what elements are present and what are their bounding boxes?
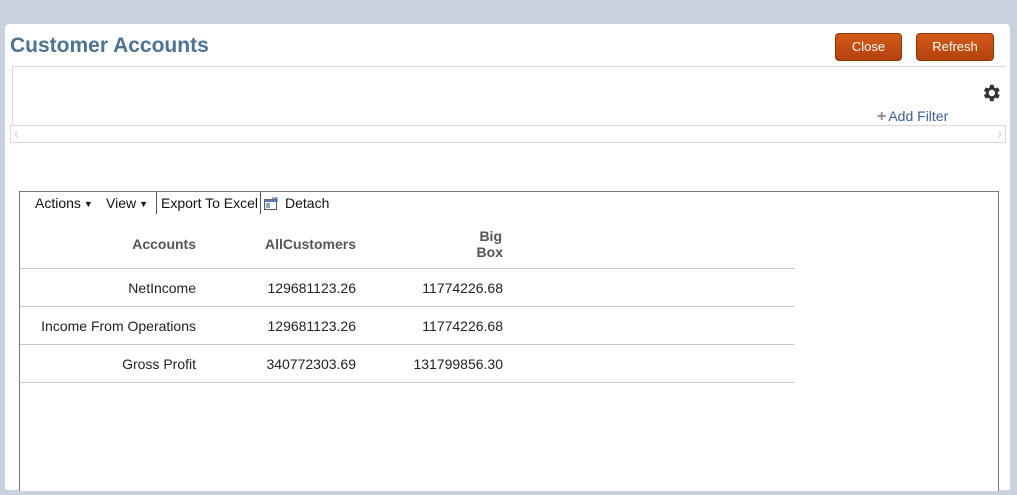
actions-menu[interactable]: Actions ▼ xyxy=(35,195,93,211)
table-row: Income From Operations 129681123.26 1177… xyxy=(20,306,794,345)
cell-big-box: 131799856.30 xyxy=(356,344,503,383)
caret-down-icon: ▼ xyxy=(139,199,149,209)
add-filter-label: Add Filter xyxy=(888,108,949,124)
cell-big-box: 11774226.68 xyxy=(356,268,503,307)
toolbar-divider xyxy=(156,192,157,214)
table-row: NetIncome 129681123.26 11774226.68 xyxy=(20,268,794,307)
actions-label: Actions xyxy=(35,195,81,211)
page-title: Customer Accounts xyxy=(10,34,209,57)
add-filter-link[interactable]: + Add Filter xyxy=(877,108,948,126)
table-row: Gross Profit 340772303.69 131799856.30 xyxy=(20,344,794,383)
pivot-table: Accounts AllCustomers Big Box NetIncome … xyxy=(20,220,794,383)
gear-icon[interactable] xyxy=(980,82,1002,104)
main-panel: Customer Accounts Close Refresh + Add Fil… xyxy=(5,24,1010,491)
header-big-box-line1: Big xyxy=(479,228,502,244)
header-big-box[interactable]: Big Box xyxy=(356,220,503,269)
header-big-box-line2: Box xyxy=(476,244,503,260)
header-accounts[interactable]: Accounts xyxy=(20,220,196,269)
cell-spacer xyxy=(503,344,794,383)
cell-spacer xyxy=(503,268,794,307)
cell-allcustomers: 129681123.26 xyxy=(196,268,356,307)
cell-spacer xyxy=(503,306,794,345)
report-toolbar: Actions ▼ View ▼ Export To Excel Detach xyxy=(20,192,340,214)
row-account-label: Income From Operations xyxy=(20,306,196,345)
cell-allcustomers: 129681123.26 xyxy=(196,306,356,345)
view-menu[interactable]: View ▼ xyxy=(106,195,148,211)
filter-area xyxy=(12,66,872,126)
header-row: Accounts AllCustomers Big Box xyxy=(20,220,794,269)
view-label: View xyxy=(106,195,137,211)
header-allcustomers[interactable]: AllCustomers xyxy=(196,220,356,269)
refresh-button[interactable]: Refresh xyxy=(916,33,994,61)
cell-allcustomers: 340772303.69 xyxy=(196,344,356,383)
row-account-label: NetIncome xyxy=(20,268,196,307)
app-window: Customer Accounts Close Refresh + Add Fil… xyxy=(0,0,1017,495)
detach-icon[interactable] xyxy=(264,197,278,210)
horizontal-scrollbar[interactable]: ‹ › xyxy=(10,125,1006,143)
scroll-left-icon[interactable]: ‹ xyxy=(14,126,18,142)
export-to-excel-button[interactable]: Export To Excel xyxy=(161,195,258,211)
plus-icon: + xyxy=(877,108,887,125)
toolbar-divider xyxy=(260,192,261,214)
cell-big-box: 11774226.68 xyxy=(356,306,503,345)
caret-down-icon: ▼ xyxy=(83,199,93,209)
scroll-right-icon[interactable]: › xyxy=(998,126,1002,142)
report-view: Actions ▼ View ▼ Export To Excel Detach Ac… xyxy=(19,191,999,491)
header-spacer xyxy=(503,220,794,269)
row-account-label: Gross Profit xyxy=(20,344,196,383)
close-button[interactable]: Close xyxy=(835,33,902,61)
detach-button[interactable]: Detach xyxy=(285,195,329,211)
title-bar xyxy=(0,0,1017,24)
